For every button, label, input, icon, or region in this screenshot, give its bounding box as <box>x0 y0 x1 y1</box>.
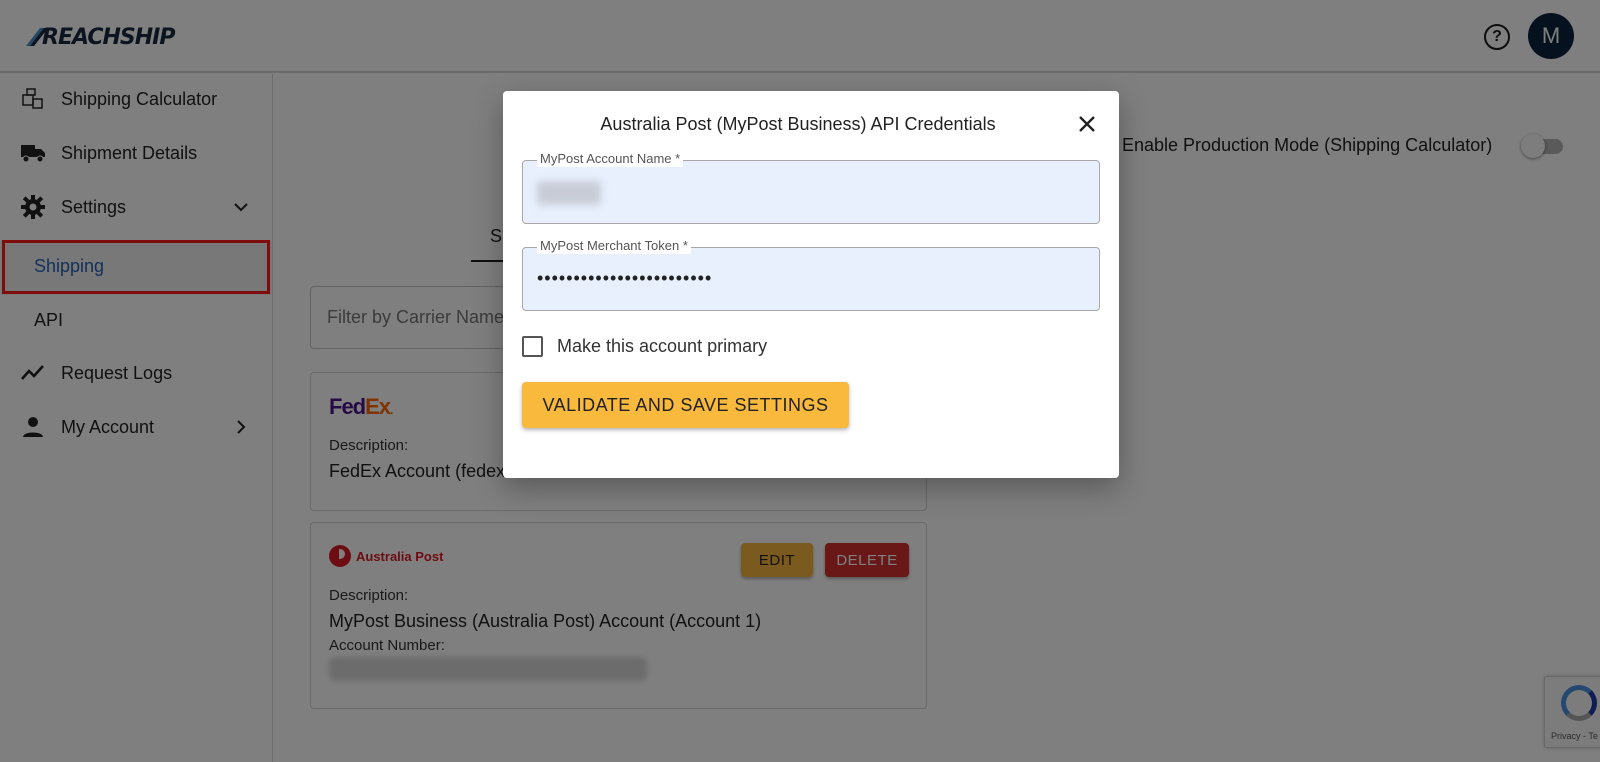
merchant-token-label: MyPost Merchant Token * <box>537 238 691 254</box>
close-icon[interactable] <box>1075 112 1099 136</box>
merchant-token-value: •••••••••••••••••••••••• <box>537 268 713 288</box>
primary-account-checkbox[interactable] <box>522 336 543 357</box>
credentials-dialog: Australia Post (MyPost Business) API Cre… <box>503 91 1119 478</box>
primary-account-row[interactable]: Make this account primary <box>522 336 767 357</box>
account-name-field[interactable]: MyPost Account Name * <box>522 151 1100 224</box>
account-name-label: MyPost Account Name * <box>537 151 684 167</box>
dialog-title: Australia Post (MyPost Business) API Cre… <box>600 114 996 134</box>
account-name-redacted <box>537 181 601 205</box>
validate-save-button[interactable]: VALIDATE AND SAVE SETTINGS <box>522 382 849 428</box>
merchant-token-field[interactable]: MyPost Merchant Token * ••••••••••••••••… <box>522 238 1100 311</box>
primary-account-label[interactable]: Make this account primary <box>557 336 767 357</box>
